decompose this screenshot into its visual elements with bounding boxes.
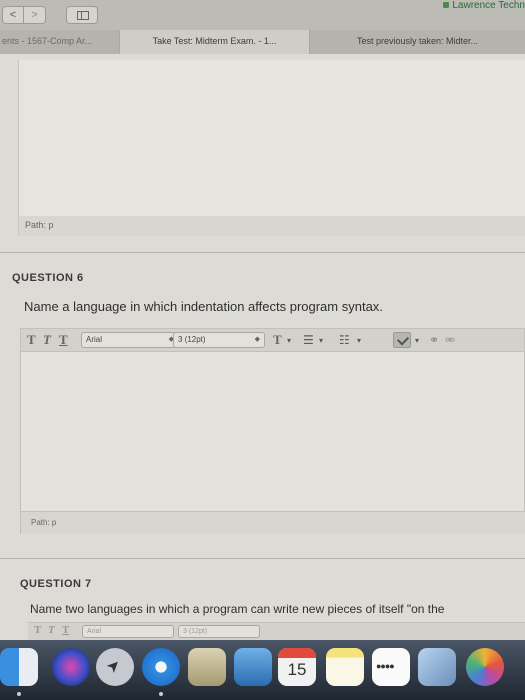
photos-icon[interactable] [466, 648, 504, 686]
lock-icon [443, 2, 450, 8]
running-indicator [159, 692, 163, 696]
dropdown-icon[interactable]: ▾ [415, 336, 419, 345]
reminders-dots: ●●●● [376, 661, 395, 671]
question-7-text: Name two languages in which a program ca… [30, 602, 445, 616]
path-label: Path: p [31, 518, 57, 527]
previous-answer-editor[interactable] [18, 60, 525, 234]
section-divider [0, 558, 525, 559]
calendar-day: 15 [287, 660, 307, 679]
underline-button[interactable]: T [62, 624, 69, 636]
bullet-list-icon[interactable]: ☰ [303, 333, 314, 347]
dropdown-icon[interactable]: ▾ [319, 336, 323, 345]
forward-button[interactable]: > [24, 6, 46, 24]
font-size-select[interactable]: 3 (12pt) ◆ [173, 332, 265, 348]
path-label: Path: p [25, 220, 54, 230]
tab-take-test[interactable]: Take Test: Midterm Exam. - 1... [120, 30, 310, 54]
calendar-month [278, 648, 316, 658]
dropdown-icon[interactable]: ▾ [287, 336, 291, 345]
text-color-button[interactable]: T [273, 332, 282, 348]
tab-course[interactable]: ents - 1567-Comp Ar... [0, 30, 120, 54]
calendar-icon[interactable]: 15 [278, 648, 316, 686]
numbered-list-icon[interactable]: ☷ [339, 333, 350, 347]
safari-icon[interactable] [142, 648, 180, 686]
font-family-select[interactable]: Arial ◆ [81, 332, 179, 348]
underline-button[interactable]: T [59, 332, 68, 348]
dropdown-icon[interactable]: ▾ [357, 336, 361, 345]
page-content: Path: p QUESTION 6 Name a language in wh… [0, 54, 525, 640]
site-identity: Lawrence Techn [443, 0, 525, 11]
tab-bar: ents - 1567-Comp Ar... Take Test: Midter… [0, 30, 525, 54]
select-arrow-icon: ◆ [254, 336, 260, 343]
question-6-path-bar: Path: p [20, 512, 525, 534]
dock: 15 ●●●● [0, 640, 525, 700]
unlink-icon[interactable]: ⚮ [445, 333, 455, 347]
question-6-text: Name a language in which indentation aff… [24, 299, 383, 314]
launchpad-icon[interactable] [96, 648, 134, 686]
italic-button[interactable]: T [43, 332, 51, 348]
link-icon[interactable]: ⚭ [429, 333, 439, 347]
running-indicator [17, 692, 21, 696]
previous-path-bar: Path: p [18, 216, 525, 236]
photo-booth-icon[interactable] [234, 648, 272, 686]
font-family-select[interactable]: Arial [82, 625, 174, 638]
back-button[interactable]: < [2, 6, 24, 24]
browser-chrome: < > Lawrence Techn ents - 1567-Comp Ar..… [0, 0, 525, 54]
italic-button[interactable]: T [48, 624, 55, 636]
mail-icon[interactable] [188, 648, 226, 686]
notes-icon[interactable] [326, 648, 364, 686]
question-6-label: QUESTION 6 [12, 272, 84, 284]
font-size-value: 3 (12pt) [178, 335, 206, 344]
section-divider [0, 252, 525, 253]
bold-button[interactable]: T [34, 624, 41, 636]
font-size-select[interactable]: 3 (12pt) [178, 625, 260, 638]
sidebar-toggle-button[interactable] [66, 6, 98, 24]
question-6-toolbar: T T T Arial ◆ 3 (12pt) ◆ T ▾ ☰ ▾ ☷ ▾ ▾ ⚭ ⚮ [20, 328, 525, 352]
siri-icon[interactable] [52, 648, 90, 686]
question-6-answer-editor[interactable] [20, 352, 525, 512]
tab-previous-test[interactable]: Test previously taken: Midter... [310, 30, 525, 54]
site-name: Lawrence Techn [452, 0, 525, 11]
spellcheck-icon[interactable] [393, 332, 411, 348]
bold-button[interactable]: T [27, 332, 36, 348]
finder-icon[interactable] [0, 648, 38, 686]
nav-buttons: < > [2, 6, 46, 24]
preview-icon[interactable] [418, 648, 456, 686]
font-family-value: Arial [87, 628, 102, 635]
question-7-label: QUESTION 7 [20, 578, 92, 590]
question-7-toolbar: T T T Arial 3 (12pt) [28, 622, 525, 640]
font-size-value: 3 (12pt) [183, 628, 208, 635]
sidebar-icon [77, 11, 89, 20]
font-family-value: Arial [86, 335, 103, 344]
